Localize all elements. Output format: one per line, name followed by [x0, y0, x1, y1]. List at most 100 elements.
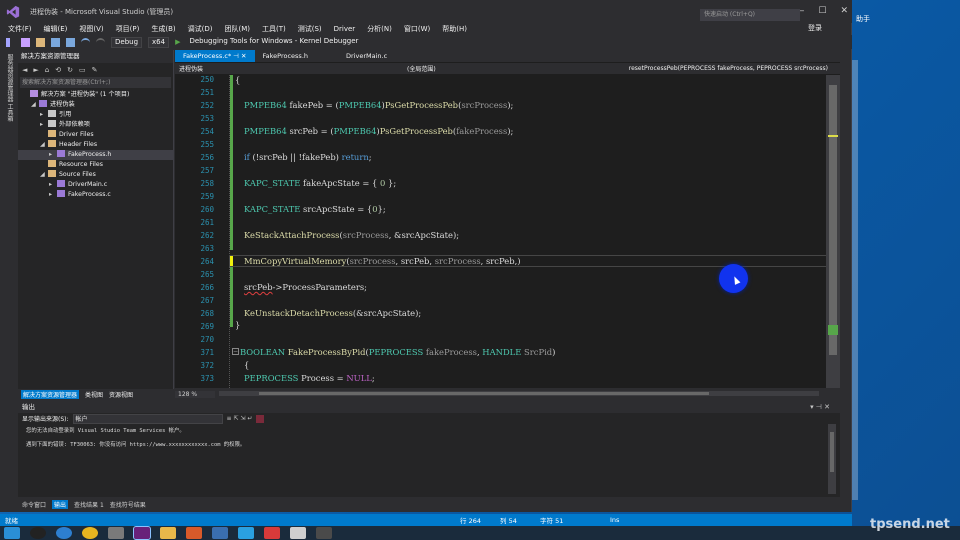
menu-item[interactable]: 编辑(E) — [44, 24, 68, 34]
menu-item[interactable]: 团队(M) — [224, 24, 250, 34]
app-icon[interactable] — [212, 527, 228, 539]
start-button-icon[interactable] — [4, 527, 20, 539]
save-all-icon[interactable] — [66, 37, 75, 47]
solution-search-input[interactable]: 搜索解决方案资源管理器(Ctrl+;) — [20, 77, 171, 88]
tab-find-symbol-results[interactable]: 查找符号结果 — [110, 500, 146, 509]
open-file-icon[interactable] — [36, 37, 45, 47]
menu-item[interactable]: 帮助(H) — [442, 24, 467, 34]
tab-resource-view[interactable]: 资源视图 — [109, 390, 133, 399]
menu-item[interactable]: 分析(N) — [367, 24, 392, 34]
tab-class-view[interactable]: 类视图 — [85, 390, 103, 399]
expand-arrow-icon[interactable]: ▸ — [49, 150, 57, 160]
menu-bar: 文件(F) 编辑(E) 视图(V) 项目(P) 生成(B) 调试(D) 团队(M) 工具(T)… — [0, 23, 852, 35]
properties-icon[interactable]: ✎ — [92, 66, 98, 74]
hscroll-thumb[interactable] — [259, 392, 709, 395]
configuration-select[interactable]: Debug — [111, 36, 143, 48]
save-icon[interactable] — [51, 37, 60, 47]
solution-tree-item[interactable]: 解决方案 "进程伪装" (1 个项目) — [18, 90, 173, 100]
menu-item[interactable]: Driver — [334, 25, 356, 33]
scrollbar-thumb[interactable] — [829, 85, 837, 355]
output-source-select[interactable]: 帐户 — [72, 413, 223, 424]
side-tab-label[interactable]: 服务器资源管理器 工具箱 — [4, 54, 14, 122]
clear-all-icon[interactable]: ≡ ⇱ ⇲ ↵ — [227, 415, 253, 422]
horizontal-scrollbar[interactable] — [219, 391, 819, 396]
search-task-icon[interactable] — [316, 527, 332, 539]
sync-icon[interactable]: ⟲ — [55, 66, 61, 74]
tree-item-label: DriverMain.c — [68, 181, 108, 188]
solution-tree-item[interactable]: ◢ Source Files — [18, 170, 173, 180]
output-scrollbar[interactable] — [828, 424, 836, 494]
output-pin-controls[interactable]: ▾ ⊣ ✕ — [810, 402, 830, 413]
chrome-icon[interactable] — [82, 527, 98, 539]
platform-select[interactable]: x64 — [148, 36, 170, 48]
menu-item[interactable]: 调试(D) — [188, 24, 213, 34]
redo-icon[interactable] — [96, 37, 105, 47]
word-wrap-icon[interactable] — [256, 414, 265, 423]
home-icon[interactable]: ⌂ — [45, 66, 49, 74]
solution-tree-item[interactable]: ▸ FakeProcess.c — [18, 190, 173, 200]
folder-icon[interactable] — [160, 527, 176, 539]
undo-icon[interactable] — [81, 37, 90, 47]
menu-item[interactable]: 文件(F) — [8, 24, 32, 34]
solution-tree-item[interactable]: Driver Files — [18, 130, 173, 140]
menu-item[interactable]: 工具(T) — [262, 24, 286, 34]
expand-arrow-icon[interactable]: ▸ — [49, 190, 57, 200]
debugger-select[interactable]: Debugging Tools for Windows - Kernel Deb… — [186, 37, 361, 48]
solution-tree-item[interactable]: ▸ DriverMain.c — [18, 180, 173, 190]
solution-tree-item[interactable]: ▸ 外部依赖项 — [18, 120, 173, 130]
settings-icon[interactable] — [108, 527, 124, 539]
expand-arrow-icon[interactable]: ◢ — [31, 100, 39, 110]
menu-item[interactable]: 生成(B) — [151, 24, 175, 34]
close-icon[interactable]: ✕ — [241, 52, 246, 60]
menu-item[interactable]: 测试(S) — [298, 24, 322, 34]
menu-item[interactable]: 项目(P) — [116, 24, 140, 34]
close-button[interactable]: ✕ — [840, 6, 848, 16]
solution-tree-item[interactable]: ◢ Header Files — [18, 140, 173, 150]
pin-icon[interactable]: ⊣ — [233, 52, 239, 60]
expand-arrow-icon[interactable]: ◢ — [40, 140, 48, 150]
maximize-button[interactable]: ☐ — [818, 6, 826, 16]
tab-command-window[interactable]: 命令窗口 — [22, 500, 46, 509]
tab-drivermain-c[interactable]: DriverMain.c — [316, 50, 395, 62]
new-project-icon[interactable] — [21, 37, 30, 47]
output-scroll-thumb[interactable] — [830, 432, 834, 472]
tab-fakeprocess-h[interactable]: FakeProcess.h — [255, 50, 317, 62]
tab-fakeprocess-c[interactable]: FakeProcess.c* ⊣ ✕ — [175, 50, 255, 62]
visual-studio-task-icon[interactable] — [133, 526, 151, 540]
quick-launch-input[interactable]: 快速启动 (Ctrl+Q) — [700, 9, 800, 21]
back-icon[interactable] — [6, 37, 15, 47]
function-dropdown[interactable]: resetProcessPeb(PEPROCESS fakeProcess, P… — [611, 65, 840, 72]
text-editor-icon[interactable] — [290, 527, 306, 539]
solution-tree-item[interactable]: ◢ 进程伪装 — [18, 100, 173, 110]
solution-tree-item[interactable]: Resource Files — [18, 160, 173, 170]
line-number-gutter: 250 251 252 253 254 255 256 257 258 259 260 261 262 2… — [189, 75, 221, 388]
scope-dropdown[interactable]: (全局范围) — [401, 64, 611, 73]
tab-find-results[interactable]: 查找结果 1 — [74, 500, 104, 509]
document-icon[interactable] — [186, 527, 202, 539]
ie-browser-icon[interactable] — [56, 527, 72, 539]
collapse-toggle[interactable]: − — [232, 348, 239, 355]
forward-arrow-icon[interactable]: ► — [33, 66, 38, 74]
expand-arrow-icon[interactable]: ▸ — [49, 180, 57, 190]
zoom-select[interactable]: 128 % — [175, 390, 215, 398]
tab-solution-explorer[interactable]: 解决方案资源管理器 — [21, 390, 80, 399]
video-editor-icon[interactable] — [264, 527, 280, 539]
project-dropdown[interactable]: 进程伪装 — [175, 64, 401, 73]
expand-arrow-icon[interactable]: ▸ — [40, 110, 48, 120]
cloud-app-icon[interactable] — [238, 527, 254, 539]
refresh-icon[interactable]: ↻ — [67, 66, 73, 74]
vertical-scrollbar[interactable] — [826, 75, 840, 388]
expand-arrow-icon[interactable]: ◢ — [40, 170, 48, 180]
code-area[interactable]: 250 251 252 253 254 255 256 257 258 259 260 261 262 2… — [189, 75, 829, 388]
sign-in-link[interactable]: 登录 — [808, 23, 822, 33]
solution-tree-item[interactable]: ▸ FakeProcess.h — [18, 150, 173, 160]
menu-item[interactable]: 视图(V) — [79, 24, 103, 34]
tab-output[interactable]: 输出 — [52, 500, 69, 509]
collapse-all-icon[interactable]: ▭ — [79, 66, 86, 74]
back-arrow-icon[interactable]: ◄ — [22, 66, 27, 74]
qq-icon[interactable] — [30, 527, 46, 539]
start-debug-icon[interactable]: ▶ — [175, 38, 180, 46]
solution-tree-item[interactable]: ▸ 引用 — [18, 110, 173, 120]
expand-arrow-icon[interactable]: ▸ — [40, 120, 48, 130]
menu-item[interactable]: 窗口(W) — [404, 24, 430, 34]
